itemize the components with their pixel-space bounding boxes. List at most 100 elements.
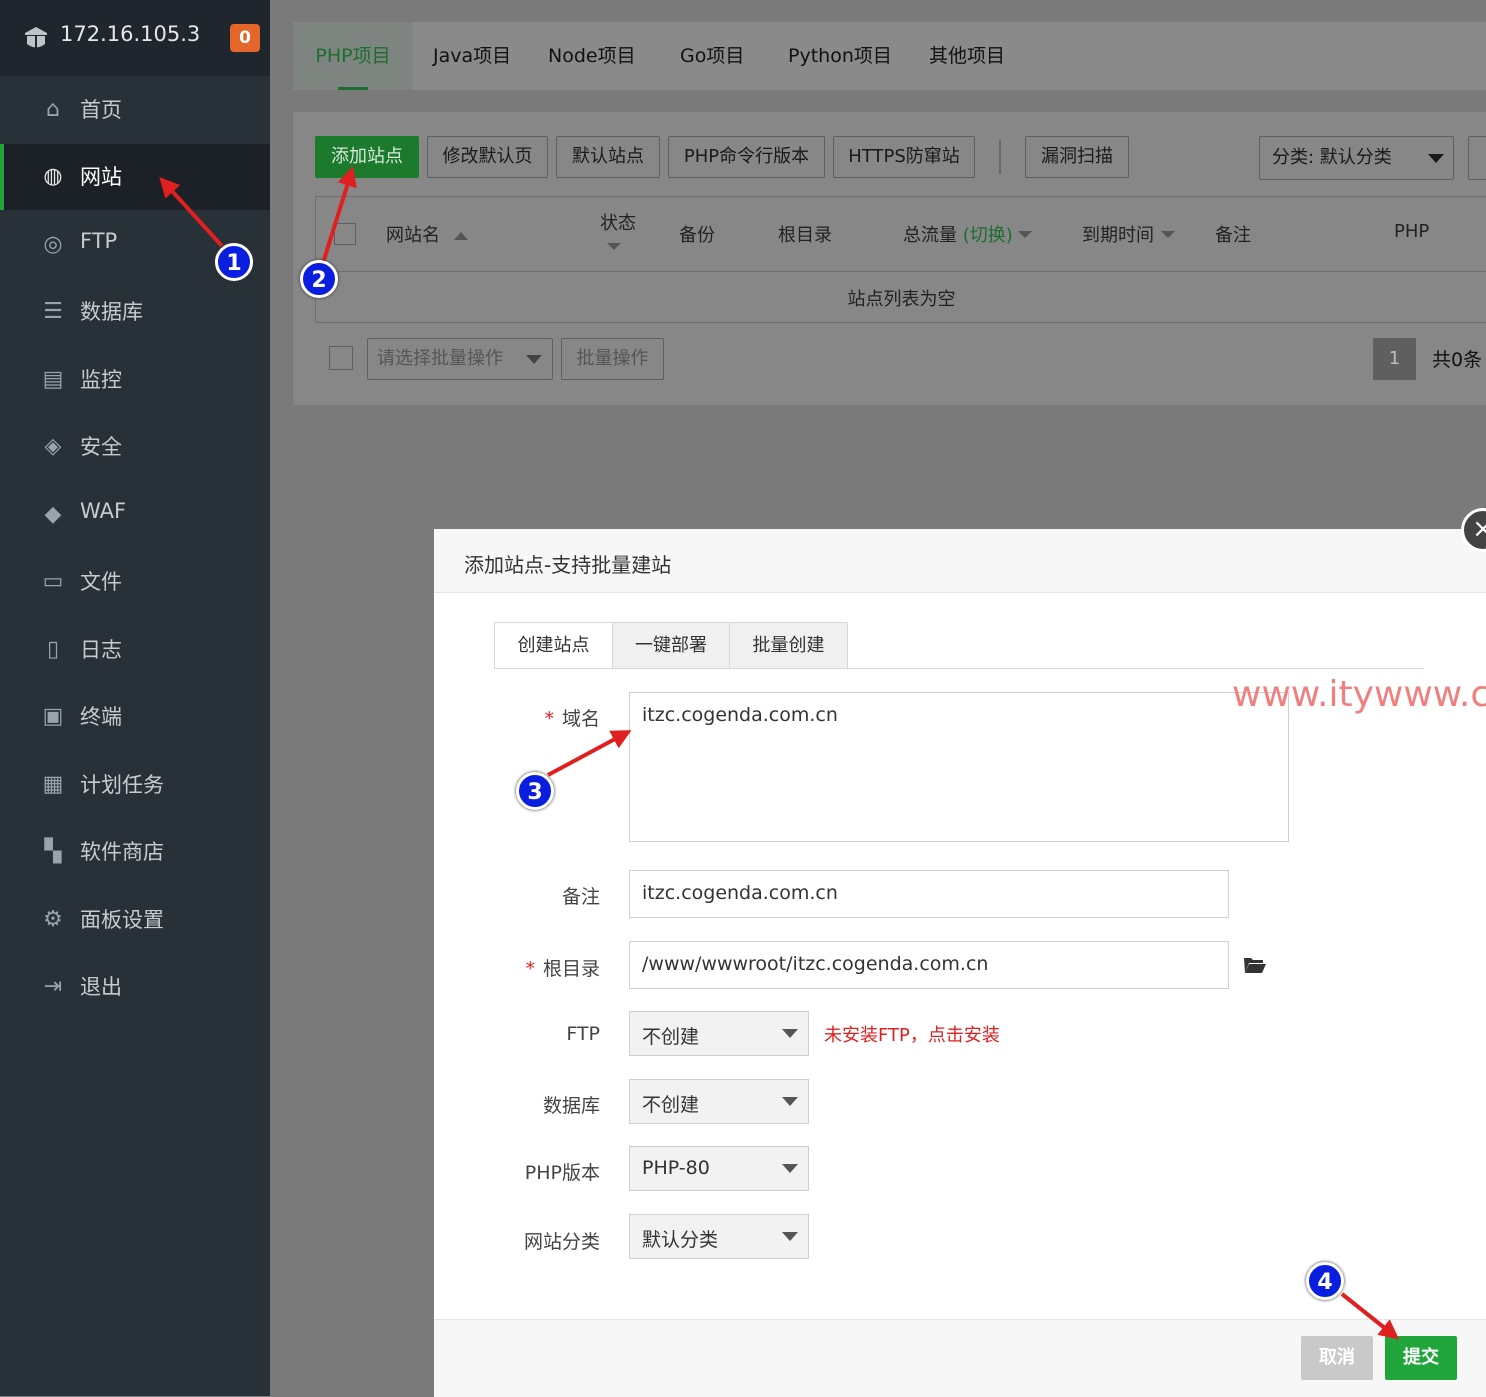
col-php: PHP [1394, 221, 1430, 242]
remark-input[interactable]: itzc.cogenda.com.cn [629, 870, 1229, 918]
domain-value: itzc.cogenda.com.cn [642, 704, 838, 726]
sidebar-item-cron[interactable]: ▦ 计划任务 [0, 752, 270, 818]
sidebar-item-label: 面板设置 [80, 908, 164, 932]
sidebar-item-label: FTP [80, 229, 118, 253]
notification-badge[interactable]: 0 [230, 24, 260, 52]
col-label: 网站名 [386, 225, 440, 246]
batch-select-placeholder: 请选择批量操作 [377, 348, 503, 369]
add-site-button[interactable]: 添加站点 [315, 136, 419, 178]
gear-icon: ⚙ [43, 907, 63, 932]
sidebar-item-security[interactable]: ◈ 安全 [0, 414, 270, 480]
site-table: 网站名 状态 备份 根目录 总流量 (切换) 到期时间 备注 PHP 站点列表为… [315, 196, 1486, 323]
sidebar-item-settings[interactable]: ⚙ 面板设置 [0, 887, 270, 953]
traffic-switch-link[interactable]: (切换) [963, 225, 1013, 246]
root-dir-label-text: 根目录 [542, 958, 600, 980]
tab-active-indicator [338, 87, 368, 90]
sidebar-item-label: 日志 [80, 638, 122, 662]
sidebar-item-monitor[interactable]: ▤ 监控 [0, 347, 270, 413]
category-select[interactable]: 分类: 默认分类 [1259, 136, 1454, 180]
required-mark: * [544, 708, 554, 730]
domain-label-text: 域名 [561, 708, 600, 730]
pager-current-page[interactable]: 1 [1373, 338, 1416, 380]
site-category-select[interactable]: 默认分类 [629, 1214, 809, 1259]
sidebar-header: 172.16.105.3 0 [0, 0, 270, 76]
php-version-select[interactable]: PHP-80 [629, 1146, 809, 1191]
sidebar-item-label: 退出 [80, 975, 122, 999]
php-version-label: PHP版本 [524, 1162, 600, 1184]
calendar-icon: ▦ [42, 772, 64, 797]
chevron-down-icon [782, 1029, 798, 1038]
sidebar-item-logout[interactable]: ⇥ 退出 [0, 954, 270, 1020]
sidebar-item-home[interactable]: ⌂ 首页 [0, 77, 270, 143]
php-cli-version-button[interactable]: PHP命令行版本 [668, 136, 825, 178]
sidebar-item-label: 文件 [80, 570, 122, 594]
sidebar-item-label: 首页 [80, 98, 122, 122]
install-ftp-link[interactable]: 未安装FTP，点击安装 [824, 1021, 1000, 1047]
remark-label: 备注 [561, 886, 600, 908]
tab-go[interactable]: Go项目 [680, 22, 744, 90]
dialog-title: 添加站点-支持批量建站 [464, 553, 672, 577]
tab-divider [494, 668, 1424, 669]
dialog-header: 添加站点-支持批量建站 [434, 529, 1486, 593]
close-icon: × [1472, 514, 1486, 544]
sidebar-item-label: WAF [80, 499, 127, 523]
remark-value: itzc.cogenda.com.cn [642, 882, 838, 904]
edit-default-page-button[interactable]: 修改默认页 [427, 136, 548, 178]
batch-operation-button[interactable]: 批量操作 [561, 338, 664, 380]
tab-node[interactable]: Node项目 [548, 22, 636, 90]
col-traffic[interactable]: 总流量 (切换) [903, 221, 1013, 247]
ftp-select[interactable]: 不创建 [629, 1011, 809, 1056]
tab-batch-create[interactable]: 批量创建 [729, 622, 848, 669]
shield-icon: ◈ [44, 434, 62, 459]
tab-python[interactable]: Python项目 [788, 22, 892, 90]
col-site-name[interactable]: 网站名 [386, 221, 468, 247]
database-select[interactable]: 不创建 [629, 1079, 809, 1124]
sidebar-item-label: 终端 [80, 705, 122, 729]
sidebar: 172.16.105.3 0 ⌂ 首页 ◍ 网站 ◎ FTP ☰ 数据库 ▤ 监… [0, 0, 270, 1396]
root-dir-input[interactable]: /www/wwwroot/itzc.cogenda.com.cn [629, 941, 1229, 989]
sidebar-item-label: 网站 [80, 165, 122, 189]
folder-open-icon[interactable] [1243, 955, 1267, 975]
batch-select-checkbox[interactable] [329, 346, 353, 370]
tab-create-site[interactable]: 创建站点 [494, 622, 613, 669]
sidebar-item-database[interactable]: ☰ 数据库 [0, 279, 270, 345]
domain-textarea[interactable]: itzc.cogenda.com.cn [629, 692, 1289, 842]
default-site-button[interactable]: 默认站点 [556, 136, 660, 178]
sidebar-item-terminal[interactable]: ▣ 终端 [0, 684, 270, 750]
sidebar-item-waf[interactable]: ◆ WAF [0, 482, 270, 548]
tab-php[interactable]: PHP项目 [293, 22, 413, 90]
sidebar-item-logs[interactable]: ▯ 日志 [0, 617, 270, 683]
tab-other[interactable]: 其他项目 [929, 22, 1005, 90]
tab-one-click-deploy[interactable]: 一键部署 [612, 622, 730, 669]
cancel-button[interactable]: 取消 [1301, 1336, 1373, 1380]
col-status[interactable]: 状态 [600, 209, 636, 235]
required-mark: * [525, 958, 535, 980]
sidebar-item-website[interactable]: ◍ 网站 [0, 144, 270, 210]
annotation-1: 1 [215, 243, 253, 281]
select-all-checkbox[interactable] [334, 223, 356, 245]
vuln-scan-button[interactable]: 漏洞扫描 [1025, 136, 1129, 178]
annotation-4: 4 [1306, 1262, 1344, 1300]
chevron-down-icon [1161, 231, 1175, 238]
chevron-down-icon [782, 1097, 798, 1106]
root-dir-label: * 根目录 [494, 954, 600, 981]
tab-java[interactable]: Java项目 [433, 22, 511, 90]
annotation-3: 3 [516, 772, 554, 810]
chevron-down-icon [782, 1232, 798, 1241]
php-version-value: PHP-80 [642, 1157, 710, 1179]
database-select-value: 不创建 [642, 1094, 700, 1116]
https-guard-button[interactable]: HTTPS防窜站 [833, 136, 975, 178]
database-label: 数据库 [542, 1095, 600, 1117]
sidebar-item-label: 软件商店 [80, 840, 164, 864]
sidebar-item-app-store[interactable]: ▚ 软件商店 [0, 819, 270, 885]
database-icon: ☰ [43, 299, 63, 324]
sidebar-item-label: 安全 [80, 435, 122, 459]
sidebar-item-files[interactable]: ▭ 文件 [0, 549, 270, 615]
col-expire[interactable]: 到期时间 [1082, 221, 1154, 247]
sidebar-item-label: 数据库 [80, 300, 143, 324]
search-select-partial[interactable] [1468, 136, 1486, 180]
submit-button[interactable]: 提交 [1385, 1336, 1457, 1380]
batch-operation-select[interactable]: 请选择批量操作 [367, 338, 553, 380]
category-select-value: 分类: 默认分类 [1272, 147, 1392, 168]
empty-state: 站点列表为空 [847, 289, 956, 310]
